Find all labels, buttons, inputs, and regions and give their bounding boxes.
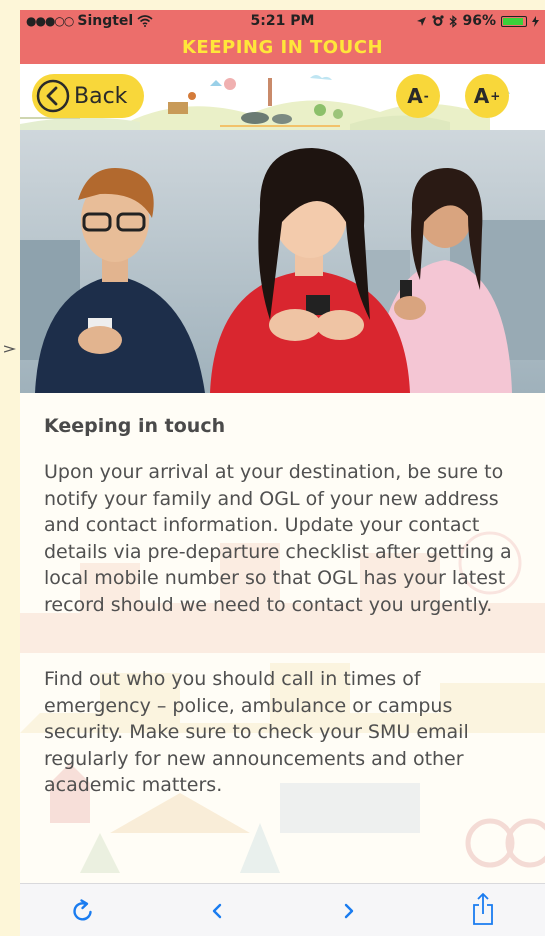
font-decrease-label: A [407, 84, 423, 108]
article-content: Keeping in touch Upon your arrival at yo… [20, 393, 545, 883]
forward-arrow-icon [344, 903, 354, 919]
battery-icon [501, 15, 527, 27]
location-arrow-icon [417, 16, 427, 26]
battery-percent: 96% [462, 13, 496, 29]
back-button[interactable]: Back [32, 74, 144, 118]
share-icon [473, 893, 493, 925]
students-with-phones-image [20, 130, 545, 393]
bottom-toolbar [20, 883, 545, 936]
font-increase-label: A [473, 84, 490, 108]
article-paragraph: Upon your arrival at your destination, b… [44, 461, 512, 616]
article-heading: Keeping in touch [44, 415, 226, 437]
back-arrow-icon [212, 903, 222, 919]
article-paragraph: Find out who you should call in times of… [44, 668, 469, 796]
page-title: KEEPING IN TOUCH [181, 37, 384, 58]
font-decrease-button[interactable]: A- [396, 74, 440, 118]
back-arrow-button[interactable] [202, 896, 232, 926]
screen: ●●●○○ Singtel 5:21 PM 96% KEEPING IN TOU… [0, 0, 545, 936]
reload-button[interactable] [68, 896, 98, 926]
arrow-stub-icon [4, 345, 16, 353]
chevron-left-circle-icon [36, 79, 70, 113]
back-button-label: Back [74, 83, 128, 109]
share-button[interactable] [468, 890, 498, 928]
hero-photo [20, 130, 545, 393]
status-bar: ●●●○○ Singtel 5:21 PM 96% [20, 10, 545, 32]
font-increase-button[interactable]: A + [465, 74, 509, 118]
forward-arrow-button[interactable] [334, 896, 364, 926]
phone-screen: ●●●○○ Singtel 5:21 PM 96% KEEPING IN TOU… [20, 10, 545, 936]
font-increase-mark: + [490, 89, 501, 103]
charging-bolt-icon [532, 15, 539, 27]
font-decrease-mark: - [423, 89, 429, 103]
alarm-icon [432, 15, 445, 26]
title-bar: ●●●○○ Singtel 5:21 PM 96% KEEPING IN TOU… [20, 10, 545, 64]
header-banner: Back A- A + [20, 64, 545, 130]
reload-icon [73, 899, 92, 921]
bluetooth-icon [450, 14, 458, 28]
